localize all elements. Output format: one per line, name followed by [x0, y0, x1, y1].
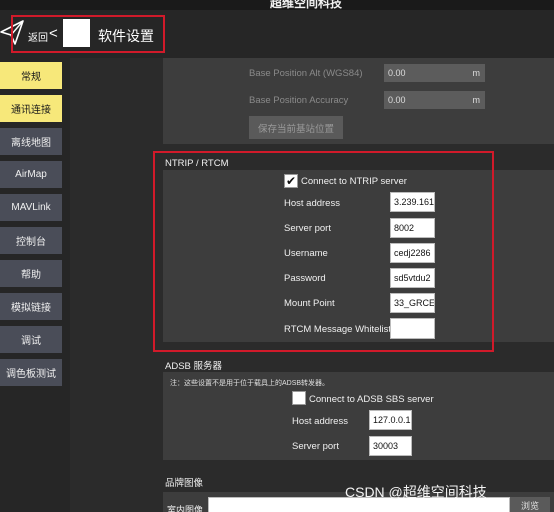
sidebar-item-mavlink[interactable]: MAVLink: [0, 194, 62, 221]
adsb-connect-label: Connect to ADSB SBS server: [309, 394, 434, 405]
base-alt-label: Base Position Alt (WGS84): [249, 68, 363, 79]
sidebar-item-label: MAVLink: [11, 202, 51, 213]
adsb-connect-checkbox[interactable]: [292, 391, 306, 405]
sidebar-item-label: 帮助: [21, 270, 41, 281]
sidebar-item-label: 调色板测试: [6, 369, 56, 380]
sidebar-item-palette-test[interactable]: 调色板测试: [0, 359, 62, 386]
sidebar-item-debug[interactable]: 调试: [0, 326, 62, 353]
sidebar-item-offline-maps[interactable]: 离线地图: [0, 128, 62, 155]
adsb-section-title: ADSB 服务器: [165, 361, 223, 372]
browse-button[interactable]: 浏览: [510, 497, 550, 512]
watermark: CSDN @超维空间科技: [345, 484, 487, 500]
highlight-box-header: [11, 15, 165, 53]
sidebar-item-airmap[interactable]: AirMap: [0, 161, 62, 188]
sidebar-item-label: 控制台: [16, 237, 46, 248]
sidebar-item-mock-link[interactable]: 模拟链接: [0, 293, 62, 320]
sidebar-item-label: 模拟链接: [11, 303, 51, 314]
save-base-position-button: 保存当前基站位置: [249, 116, 343, 139]
adsb-port-input[interactable]: 30003: [369, 436, 412, 456]
base-alt-field: 0.00 m: [384, 64, 485, 82]
sidebar-item-label: AirMap: [15, 169, 47, 180]
sidebar: 常规 通讯连接 离线地图 AirMap MAVLink 控制台 帮助 模拟链接 …: [0, 58, 70, 512]
adsb-host-label: Host address: [292, 416, 348, 427]
sidebar-item-label: 常规: [21, 72, 41, 83]
sidebar-item-label: 离线地图: [11, 138, 51, 149]
base-accuracy-field: 0.00 m: [384, 91, 485, 109]
brand-section-title: 品牌图像: [165, 478, 204, 489]
adsb-note: 注：这些设置不是用于位于载具上的ADSB转发器。: [170, 380, 330, 387]
adsb-port-label: Server port: [292, 441, 339, 452]
sidebar-item-comm-links[interactable]: 通讯连接: [0, 95, 62, 122]
sidebar-item-label: 通讯连接: [11, 105, 51, 116]
base-alt-value: 0.00: [388, 68, 406, 78]
sidebar-item-help[interactable]: 帮助: [0, 260, 62, 287]
sidebar-item-label: 调试: [21, 336, 41, 347]
base-accuracy-label: Base Position Accuracy: [249, 95, 349, 106]
sidebar-item-general[interactable]: 常规: [0, 62, 62, 89]
base-alt-unit: m: [472, 68, 481, 78]
adsb-host-input[interactable]: 127.0.0.1: [369, 410, 412, 430]
brand-indoor-label: 室内图像: [167, 505, 204, 512]
base-accuracy-value: 0.00: [388, 95, 406, 105]
highlight-box-ntrip: [153, 151, 494, 352]
base-accuracy-unit: m: [472, 95, 481, 105]
sidebar-item-console[interactable]: 控制台: [0, 227, 62, 254]
